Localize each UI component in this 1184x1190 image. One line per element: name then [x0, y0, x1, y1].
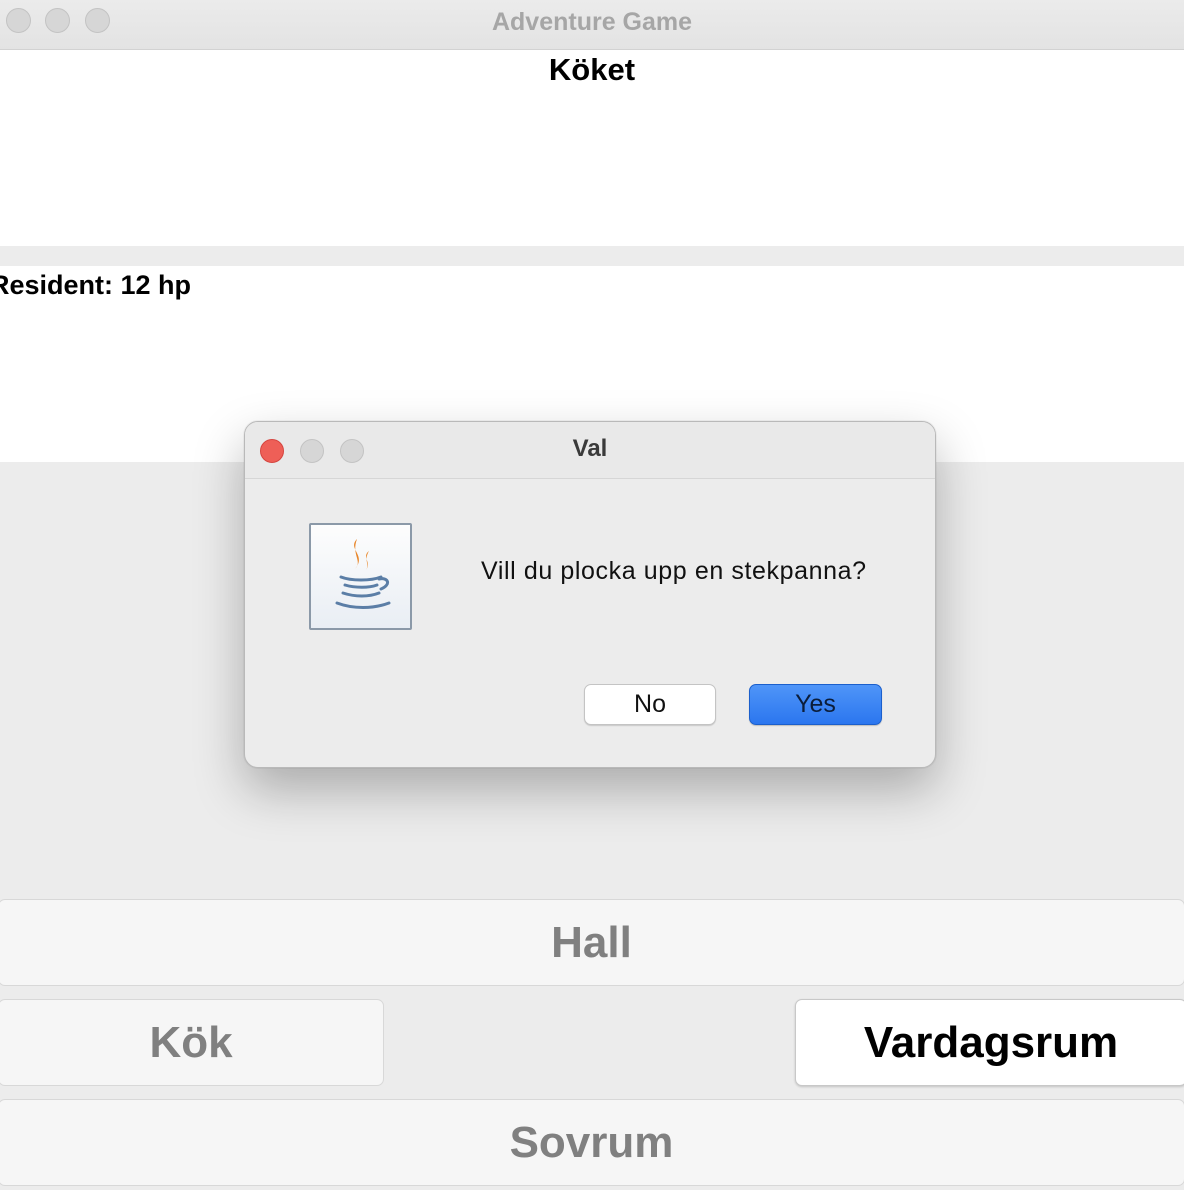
window-titlebar: Adventure Game [0, 0, 1184, 50]
adventure-game-window: Adventure Game Köket Resident: 12 hp Hal… [0, 0, 1184, 1190]
dialog-message: Vill du plocka upp en stekpanna? [481, 557, 867, 585]
nav-button-hall[interactable]: Hall [0, 899, 1184, 986]
nav-button-vardagsrum[interactable]: Vardagsrum [795, 999, 1184, 1086]
nav-button-sovrum[interactable]: Sovrum [0, 1099, 1184, 1186]
choice-dialog: Val Vill du plocka upp en stekpanna? No … [244, 421, 936, 768]
resident-status: Resident: 12 hp [0, 270, 192, 300]
dialog-title: Val [572, 435, 608, 462]
window-title: Adventure Game [491, 8, 693, 36]
room-title: Köket [548, 52, 636, 87]
yes-button[interactable]: Yes [749, 684, 882, 725]
nav-button-kok[interactable]: Kök [0, 999, 384, 1086]
yes-button-label: Yes [795, 690, 836, 718]
no-button[interactable]: No [584, 684, 716, 725]
java-icon [309, 523, 412, 630]
room-panel: Köket [0, 50, 1184, 246]
dialog-titlebar: Val [245, 422, 935, 479]
